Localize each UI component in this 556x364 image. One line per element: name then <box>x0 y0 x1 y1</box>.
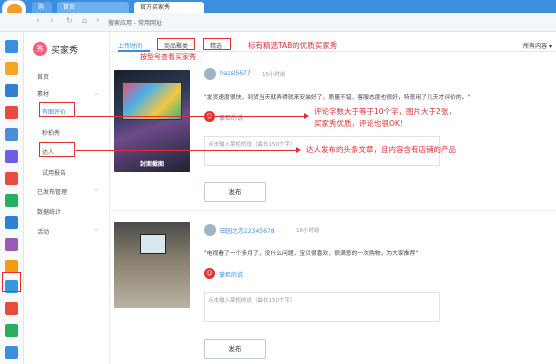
post-photo[interactable]: 封面截图 <box>114 70 190 172</box>
app-icon-3[interactable] <box>5 84 18 97</box>
all-content-dropdown[interactable]: 所有内容 ▾ <box>523 41 552 50</box>
shopkeeper-label: 掌柜的说 <box>219 272 244 279</box>
post-comment: "发货速度很快，到货当天就弄得就来安装好了，质量不错，客服态度也很好，特意用了几… <box>204 95 471 101</box>
product-group-highlight <box>157 38 195 50</box>
arrow-head-icon <box>304 113 309 119</box>
arrow-head-icon <box>296 147 301 153</box>
avatar <box>204 68 216 80</box>
app-icon-sidebar <box>0 32 24 364</box>
post-comment: "电视看了一个多月了，没什么问题，宝贝很喜欢，很满意的一次购物，为大家推荐" <box>204 251 419 257</box>
main-content: 上传时间 商品聚类 精选 所有内容 ▾ 标有精选TAB的优质买家秀 按型号查看买… <box>110 32 556 364</box>
arrow-talent <box>76 150 298 151</box>
arrow-photo-review <box>76 116 306 117</box>
reply-input[interactable]: 点击输入掌柜的说（最长150个字） <box>204 292 440 322</box>
post-time: 16小时前 <box>296 228 320 234</box>
annotation-talent: 达人发布的头条文章，且内容含有店铺的产品 <box>306 145 456 154</box>
tab-upload-time[interactable]: 上传时间 <box>118 41 142 50</box>
nav-item-published[interactable]: 已发布管理 <box>37 187 67 196</box>
nav-item-activity[interactable]: 活动 <box>37 227 49 236</box>
refresh-icon[interactable]: ↻ <box>66 16 73 25</box>
nav-item-material[interactable]: 素材 <box>37 89 49 98</box>
sidebar-highlight-box <box>2 272 21 292</box>
chevron-down-icon: ﹀ <box>93 229 99 235</box>
reply-placeholder: 点击输入掌柜的说（最长150个字） <box>208 142 296 148</box>
publish-button[interactable]: 发布 <box>204 339 266 359</box>
browser-tab-shopping[interactable]: 购物 <box>32 2 52 22</box>
app-icon-1[interactable] <box>5 40 18 53</box>
chevron-up-icon: ︿ <box>93 91 99 97</box>
nav-item-video-show[interactable]: 秒拍秀 <box>42 128 60 137</box>
post-divider <box>110 210 556 211</box>
address-bar: ‹ › ↻ ⌂ ⌕ 搜索应用 - 常用网址 <box>0 13 556 32</box>
forward-icon[interactable]: › <box>50 16 54 26</box>
photo-overlay-label: 封面截图 <box>139 161 164 168</box>
avatar <box>204 224 216 236</box>
app-icon-13[interactable] <box>5 302 18 315</box>
annotation-featured-tab: 标有精选TAB的优质买家秀 <box>248 41 338 50</box>
tv-screen <box>122 82 182 120</box>
photo-review-highlight <box>39 102 75 117</box>
annotation-group-by-model: 按型号查看买家秀 <box>140 53 196 61</box>
shopkeeper-icon: ☺ <box>204 268 215 279</box>
all-content-label: 所有内容 <box>523 43 548 50</box>
app-icon-8[interactable] <box>5 194 18 207</box>
app-icon-7[interactable] <box>5 172 18 185</box>
brand-name: 买家秀 <box>51 46 79 56</box>
app-icon-5[interactable] <box>5 128 18 141</box>
back-icon[interactable]: ‹ <box>36 16 40 26</box>
app-icon-14[interactable] <box>5 324 18 337</box>
browser-tab-home[interactable]: 首页 <box>57 2 129 13</box>
tv-screen <box>140 234 166 254</box>
nav-item-home[interactable]: 首页 <box>37 72 49 81</box>
chevron-down-icon: ﹀ <box>93 189 99 195</box>
talent-highlight <box>39 142 75 157</box>
url-field[interactable]: 搜索应用 - 常用网址 <box>108 18 162 27</box>
post-photo[interactable] <box>114 222 190 308</box>
app-icon-9[interactable] <box>5 216 18 229</box>
brand-badge-icon: 秀 <box>33 42 47 56</box>
nav-item-trial-report[interactable]: 试用报告 <box>42 168 66 177</box>
browser-tab-buyershow[interactable]: 官方买家秀 <box>134 2 204 13</box>
publish-button[interactable]: 发布 <box>204 182 266 202</box>
nav-item-statistics[interactable]: 数据统计 <box>37 207 61 216</box>
shopkeeper-label: 掌柜的说 <box>219 115 244 122</box>
app-icon-15[interactable] <box>5 346 18 359</box>
app-icon-2[interactable] <box>5 62 18 75</box>
app-icon-10[interactable] <box>5 238 18 251</box>
left-nav: 秀 买家秀 首页 素材 ︿ 有图评价 秒拍秀 达人 试用报告 已发布管理 ﹀ 数… <box>24 32 110 364</box>
annotation-review-rule-2: 买家秀优质，评论也很OK！ <box>314 119 408 128</box>
post-username[interactable]: hazsl5677 <box>220 70 251 77</box>
search-icon: ⌕ <box>96 16 100 24</box>
reply-placeholder: 点击输入掌柜的说（最长150个字） <box>208 298 296 304</box>
post-time: 15小时前 <box>262 72 286 78</box>
annotation-review-rule-1: 评论字数大于等于10个字，图片大于2张， <box>314 107 456 116</box>
featured-highlight <box>203 38 231 50</box>
app-icon-6[interactable] <box>5 150 18 163</box>
post-username[interactable]: 田园之恋12345678 <box>220 226 275 235</box>
home-icon[interactable]: ⌂ <box>82 16 87 25</box>
app-icon-4[interactable] <box>5 106 18 119</box>
